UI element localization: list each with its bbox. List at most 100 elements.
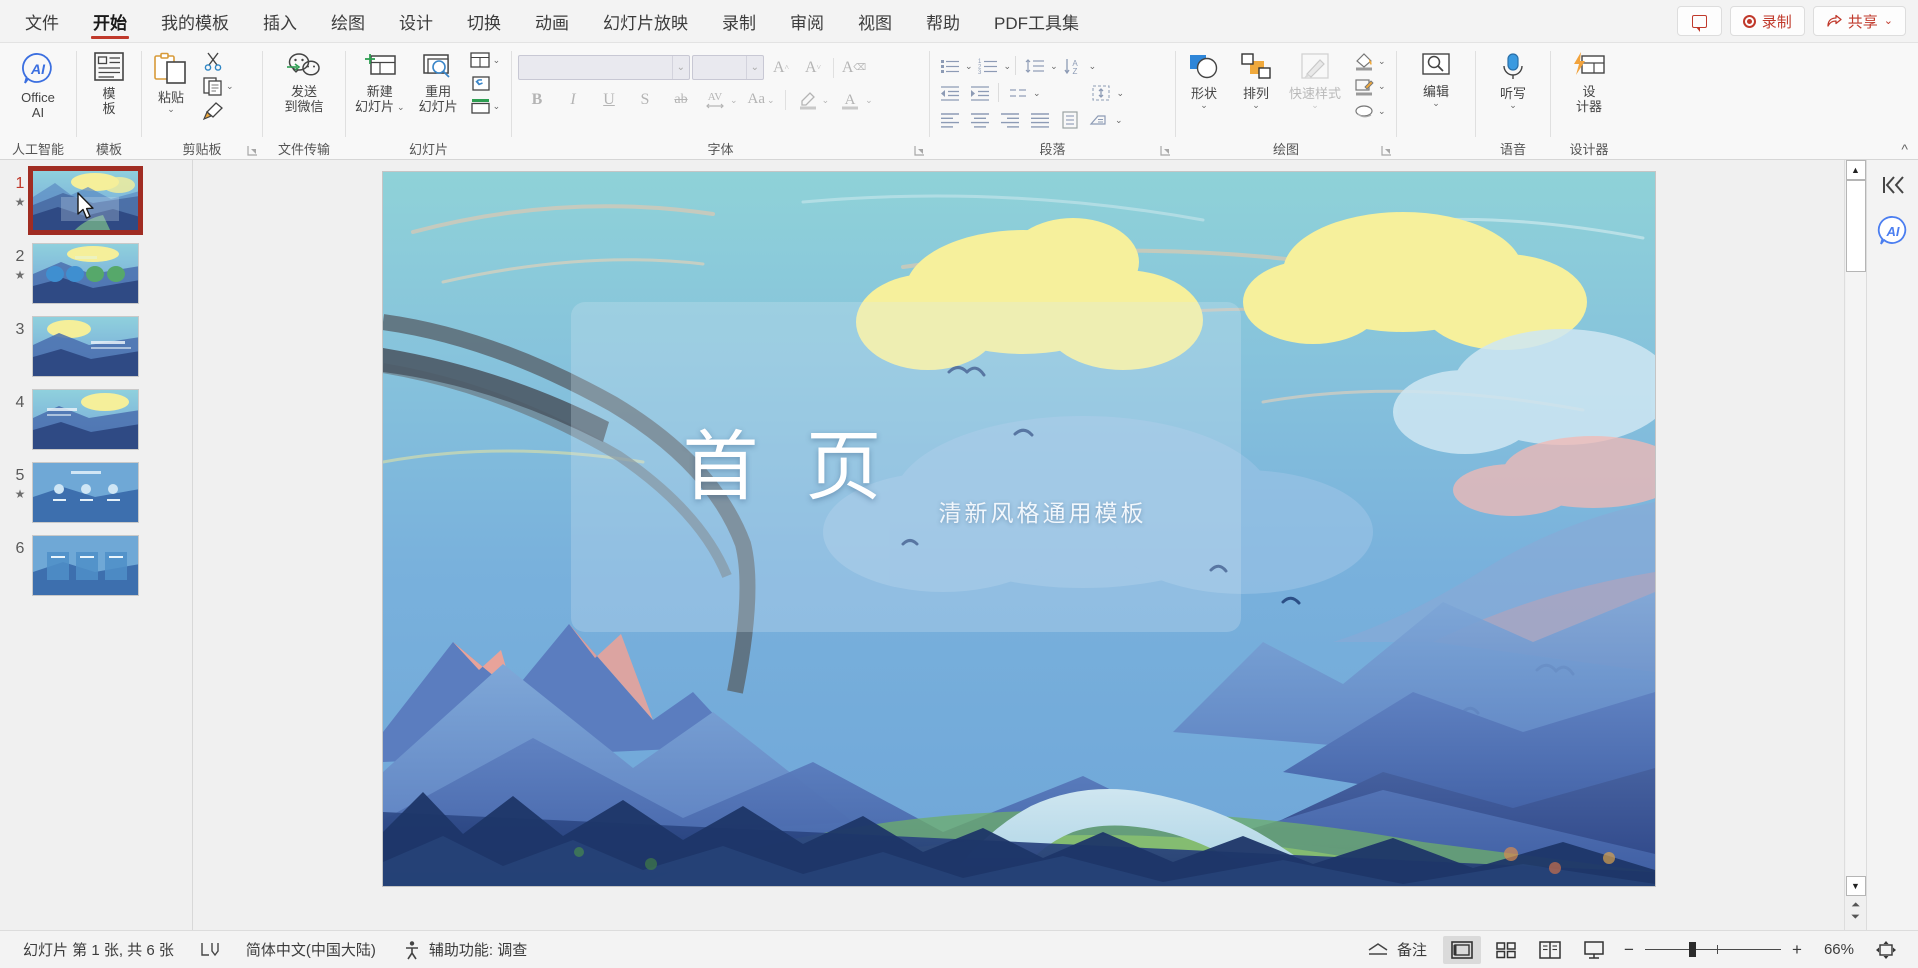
view-slideshow-button[interactable]: [1575, 936, 1613, 964]
character-spacing-button[interactable]: AV ⌄: [702, 88, 740, 112]
designer-button[interactable]: 设 计器: [1564, 48, 1614, 118]
chevron-down-icon[interactable]: ⌄: [1089, 61, 1097, 70]
change-case-button[interactable]: Aa ⌄: [746, 90, 777, 109]
share-button[interactable]: 共享 ⌄: [1812, 6, 1906, 36]
zoom-handle[interactable]: [1688, 942, 1696, 957]
tab-insert[interactable]: 插入: [246, 0, 314, 42]
fit-to-window-button[interactable]: [1867, 936, 1905, 964]
shape-outline-button[interactable]: ⌄: [1350, 75, 1388, 97]
scroll-up-button[interactable]: ▲: [1845, 160, 1866, 180]
columns-button[interactable]: [1055, 107, 1084, 132]
thumbnail-slide-5[interactable]: 5 ★: [0, 462, 192, 535]
layout-button[interactable]: ⌄: [467, 50, 503, 70]
chevron-down-icon[interactable]: ⌄: [1117, 88, 1125, 97]
underline-button[interactable]: U: [594, 86, 624, 113]
grow-font-button[interactable]: A ˄: [766, 54, 796, 81]
tab-record[interactable]: 录制: [705, 0, 773, 42]
tab-draw[interactable]: 绘图: [314, 0, 382, 42]
ribbon-collapse-button[interactable]: ^: [1901, 141, 1908, 157]
chevron-down-icon[interactable]: ⌄: [1115, 115, 1123, 124]
arrange-button[interactable]: 排列 ⌄: [1230, 48, 1282, 112]
clear-formatting-button[interactable]: A ⌫: [839, 54, 869, 81]
font-dialog-launcher[interactable]: [914, 145, 925, 156]
align-right-button[interactable]: [995, 107, 1024, 132]
paste-button[interactable]: 粘贴 ⌄: [144, 48, 198, 116]
chevron-down-icon[interactable]: ⌄: [1033, 88, 1041, 97]
copy-button[interactable]: ⌄: [200, 75, 236, 97]
scroll-track[interactable]: [1845, 180, 1866, 876]
scroll-down-button[interactable]: ▼: [1845, 876, 1866, 896]
increase-indent-button[interactable]: [965, 80, 994, 105]
send-to-wechat-button[interactable]: 发送 到微信: [277, 48, 331, 118]
convert-to-smartart-button[interactable]: [1085, 107, 1114, 132]
shapes-button[interactable]: 形状 ⌄: [1178, 48, 1230, 112]
reset-button[interactable]: [467, 73, 503, 93]
zoom-level-label[interactable]: 66%: [1810, 941, 1864, 958]
zoom-track[interactable]: [1644, 942, 1781, 957]
tab-file[interactable]: 文件: [8, 0, 76, 42]
thumbnail-slide-4[interactable]: 4: [0, 389, 192, 462]
shrink-font-button[interactable]: A ˅: [798, 54, 828, 81]
justify-button[interactable]: [1025, 107, 1054, 132]
view-reading-button[interactable]: [1531, 936, 1569, 964]
slide-canvas[interactable]: 首 页 清新风格通用模板: [382, 172, 1655, 886]
decrease-indent-button[interactable]: [935, 80, 964, 105]
zoom-slider[interactable]: − +: [1616, 940, 1810, 960]
canvas-vertical-scrollbar[interactable]: ▲ ▼ ⏶ ⏷: [1844, 160, 1866, 930]
notes-button[interactable]: 备注: [1353, 939, 1440, 960]
spellcheck-status[interactable]: [187, 941, 233, 959]
dictate-button[interactable]: 听写 ⌄: [1488, 48, 1538, 112]
font-name-input[interactable]: ⌄: [518, 55, 690, 80]
office-ai-button[interactable]: AI Office AI: [13, 48, 63, 124]
tab-my-templates[interactable]: 我的模板: [144, 0, 246, 42]
clipboard-dialog-launcher[interactable]: [247, 145, 258, 156]
accessibility-status[interactable]: 辅助功能: 调查: [389, 939, 540, 960]
strikethrough-button[interactable]: ab: [666, 86, 696, 113]
text-direction-button[interactable]: [1003, 80, 1032, 105]
slide-thumbnail-pane[interactable]: 1 ★ 2 ★ 3 4 5 ★ 6: [0, 160, 193, 930]
thumbnail-slide-6[interactable]: 6: [0, 535, 192, 608]
collapse-pane-button[interactable]: [1879, 174, 1907, 196]
tab-design[interactable]: 设计: [382, 0, 450, 42]
numbering-button[interactable]: 1 2 3: [974, 53, 1003, 78]
tab-review[interactable]: 审阅: [773, 0, 841, 42]
tab-home[interactable]: 开始: [76, 0, 144, 42]
tab-slideshow[interactable]: 幻灯片放映: [586, 0, 705, 42]
bold-button[interactable]: B: [522, 86, 552, 113]
tab-help[interactable]: 帮助: [909, 0, 977, 42]
editing-button[interactable]: 编辑 ⌄: [1411, 48, 1461, 110]
font-color-button[interactable]: A ⌄: [837, 88, 875, 112]
scroll-thumb[interactable]: [1845, 180, 1866, 272]
comments-button[interactable]: [1676, 6, 1722, 36]
slide-subtitle[interactable]: 清新风格通用模板: [939, 494, 1147, 528]
align-center-button[interactable]: [965, 107, 994, 132]
line-spacing-button[interactable]: [1020, 53, 1049, 78]
tab-view[interactable]: 视图: [841, 0, 909, 42]
next-slide-button[interactable]: ⏷: [1851, 912, 1860, 923]
language-status[interactable]: 简体中文(中国大陆): [233, 939, 389, 960]
reuse-slides-button[interactable]: 重用 幻灯片: [412, 48, 465, 118]
thumbnail-slide-2[interactable]: 2 ★: [0, 243, 192, 316]
shape-effects-button[interactable]: ⌄: [1350, 100, 1388, 122]
record-button[interactable]: 录制: [1729, 6, 1805, 36]
zoom-out-button[interactable]: −: [1622, 940, 1636, 960]
align-text-button[interactable]: [1087, 80, 1116, 105]
template-button[interactable]: 模 板: [84, 48, 134, 120]
new-slide-button[interactable]: 新建 幻灯片 ⌄: [348, 48, 412, 118]
tab-animations[interactable]: 动画: [518, 0, 586, 42]
ai-assistant-button[interactable]: AI: [1876, 214, 1910, 248]
text-shadow-button[interactable]: S: [630, 86, 660, 113]
view-normal-button[interactable]: [1442, 935, 1481, 964]
italic-button[interactable]: I: [558, 86, 588, 113]
slide-count-status[interactable]: 幻灯片 第 1 张, 共 6 张: [10, 939, 187, 960]
quick-styles-button[interactable]: 快速样式 ⌄: [1282, 48, 1348, 112]
tab-transitions[interactable]: 切换: [450, 0, 518, 42]
sort-button[interactable]: A Z: [1059, 53, 1088, 78]
chevron-down-icon[interactable]: ⌄: [965, 61, 973, 70]
thumbnail-slide-3[interactable]: 3: [0, 316, 192, 389]
shape-fill-button[interactable]: ⌄: [1350, 50, 1388, 72]
paragraph-dialog-launcher[interactable]: [1160, 145, 1171, 156]
tab-pdf-tools[interactable]: PDF工具集: [977, 0, 1096, 42]
chevron-down-icon[interactable]: ⌄: [1004, 61, 1012, 70]
previous-slide-button[interactable]: ⏶: [1851, 900, 1860, 911]
